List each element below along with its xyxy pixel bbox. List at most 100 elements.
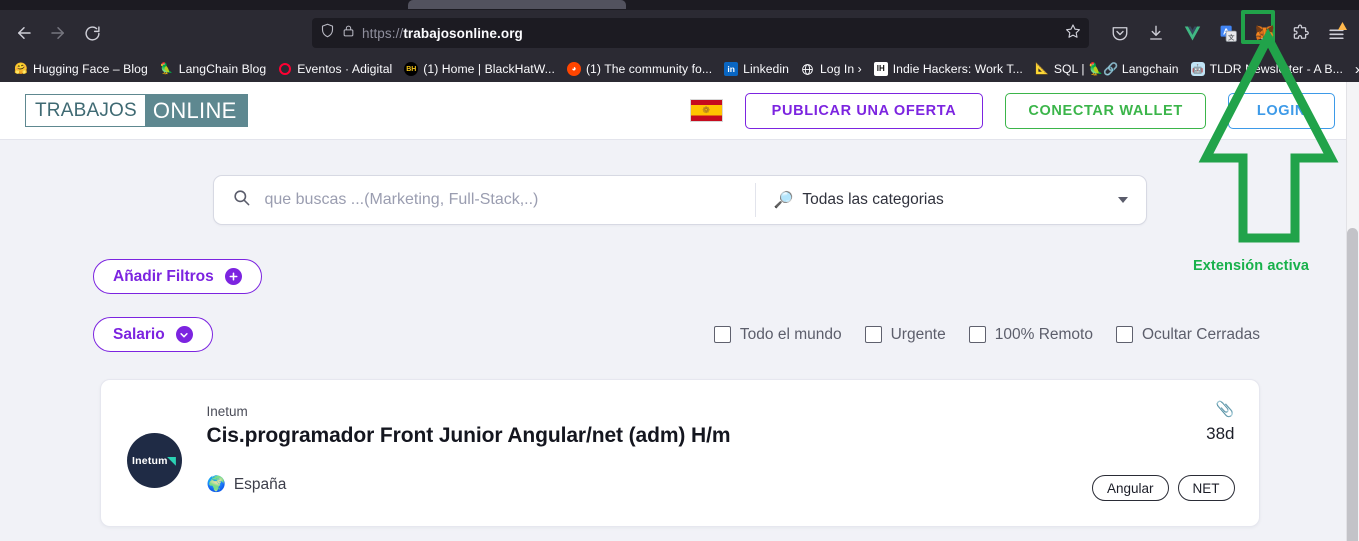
browser-tab[interactable] (408, 0, 626, 9)
checkbox-box[interactable] (968, 326, 986, 343)
logo-text-trabajos: TRABAJOS (26, 95, 145, 126)
globe-emoji-icon: 🌍 (206, 476, 226, 493)
checkbox-ocultar-cerradas[interactable]: Ocultar Cerradas (1115, 325, 1260, 344)
browser-chrome: https://trabajosonline.org A 文 🤗 Hugging… (0, 0, 1359, 82)
bookmark-item[interactable]: IH Indie Hackers: Work T... (868, 60, 1029, 78)
page-viewport: TRABAJOS ONLINE ❁ PUBLICAR UNA OFERTA CO… (0, 82, 1359, 541)
paperclip-icon: 📎 (1215, 401, 1235, 418)
job-age: 38d (1206, 424, 1235, 443)
job-tag[interactable]: Angular (1091, 475, 1169, 501)
publish-offer-button[interactable]: PUBLICAR UNA OFERTA (744, 92, 984, 129)
adigital-favicon (278, 62, 292, 76)
tab-strip (0, 0, 1359, 10)
checkbox-todo-el-mundo[interactable]: Todo el mundo (713, 325, 842, 344)
category-selected-label: Todas las categorias (802, 191, 944, 208)
filter-checkbox-group: Todo el mundo Urgente 100% Remoto Oculta… (713, 325, 1260, 344)
filters-row-salary: Salario Todo el mundo Urgente 100% Remot… (0, 317, 1359, 352)
checkbox-box[interactable] (713, 326, 731, 343)
filters-row-add: Añadir Filtros (0, 259, 1359, 294)
page-scrollbar-thumb[interactable] (1347, 228, 1358, 541)
bookmark-star-icon[interactable] (1065, 23, 1081, 44)
job-tags: Angular NET (1091, 475, 1235, 501)
bookmark-item[interactable]: 🤗 Hugging Face – Blog (8, 60, 154, 78)
forward-button[interactable] (42, 17, 74, 49)
bookmark-item[interactable]: in Linkedin (718, 60, 795, 78)
checkbox-label: Urgente (890, 325, 946, 343)
search-icon (232, 188, 251, 212)
blackhat-favicon: BH (404, 62, 419, 76)
padlock-icon[interactable] (342, 24, 355, 43)
magnifier-emoji-icon: 🔎 (773, 192, 794, 209)
langchain-favicon: 🦜 (159, 62, 174, 75)
app-menu-icon[interactable] (1321, 18, 1351, 48)
job-company: Inetum (206, 404, 248, 419)
checkbox-box[interactable] (1115, 326, 1133, 343)
site-header: TRABAJOS ONLINE ❁ PUBLICAR UNA OFERTA CO… (0, 82, 1359, 140)
globe-favicon (801, 62, 815, 76)
job-title[interactable]: Cis.programador Front Junior Angular/net… (207, 424, 1235, 448)
checkbox-label: Ocultar Cerradas (1141, 325, 1260, 343)
avatar-label: Inetum (132, 454, 168, 467)
add-filters-label: Añadir Filtros (113, 267, 214, 285)
linkedin-favicon: in (724, 62, 739, 76)
bookmark-item[interactable]: BH (1) Home | BlackHatW... (398, 60, 561, 78)
vue-devtools-icon[interactable] (1177, 18, 1207, 48)
browser-window: https://trabajosonline.org A 文 🤗 Hugging… (0, 0, 1359, 541)
job-tag[interactable]: NET (1177, 475, 1235, 501)
address-bar[interactable]: https://trabajosonline.org (312, 18, 1089, 48)
tldr-favicon: 🤖 (1190, 62, 1205, 76)
svg-text:文: 文 (1228, 32, 1235, 41)
job-card-body: Inetum Cis.programador Front Junior Angu… (207, 403, 1235, 494)
spain-flag-icon[interactable]: ❁ (689, 99, 723, 122)
indiehackers-favicon: IH (873, 62, 888, 76)
checkbox-label: Todo el mundo (739, 325, 842, 343)
reddit-favicon: ◕ (566, 62, 581, 76)
category-dropdown[interactable]: 🔎 Todas las categorias (756, 176, 1146, 224)
bookmark-item[interactable]: ◕ (1) The community fo... (561, 60, 718, 78)
navigation-toolbar: https://trabajosonline.org A 文 (0, 10, 1359, 56)
site-logo[interactable]: TRABAJOS ONLINE (25, 94, 248, 127)
search-bar: que buscas ...(Marketing, Full-Stack,..)… (212, 175, 1147, 225)
header-actions: ❁ PUBLICAR UNA OFERTA CONECTAR WALLET LO… (689, 92, 1335, 129)
translate-icon[interactable]: A 文 (1213, 18, 1243, 48)
salary-filter-button[interactable]: Salario (93, 317, 213, 352)
login-button[interactable]: LOGIN (1227, 92, 1335, 129)
metamask-extension-icon[interactable] (1241, 10, 1279, 48)
checkbox-urgente[interactable]: Urgente (864, 325, 946, 344)
page-scrollbar-track[interactable] (1346, 82, 1359, 541)
metamask-fox-glyph (1255, 24, 1274, 42)
add-filters-button[interactable]: Añadir Filtros (93, 259, 262, 294)
job-location: 🌍 España (207, 475, 1235, 494)
plus-circle-icon (224, 268, 242, 285)
chevron-down-icon (1117, 197, 1128, 203)
search-section: que buscas ...(Marketing, Full-Stack,..)… (212, 175, 1147, 225)
bookmark-item[interactable]: 📐 SQL | 🦜🔗 Langchain (1029, 60, 1185, 78)
back-button[interactable] (8, 17, 40, 49)
bookmark-item[interactable]: 🤖 TLDR Newsletter - A B... (1185, 60, 1349, 78)
checkbox-remoto[interactable]: 100% Remoto (968, 325, 1093, 344)
bookmark-item[interactable]: Eventos · Adigital (272, 60, 398, 78)
tracking-shield-icon[interactable] (320, 23, 335, 43)
downloads-icon[interactable] (1141, 18, 1171, 48)
search-input-group[interactable]: que buscas ...(Marketing, Full-Stack,..) (214, 176, 755, 224)
chevron-down-circle-icon (175, 326, 193, 343)
job-card[interactable]: Inetum ◥ Inetum Cis.programador Front Jun… (99, 379, 1260, 527)
extensions-puzzle-icon[interactable] (1285, 18, 1315, 48)
checkbox-box[interactable] (864, 326, 882, 343)
bookmark-item[interactable]: Log In › (795, 60, 868, 78)
job-card-meta: 📎 38d (1206, 402, 1234, 444)
reload-button[interactable] (76, 17, 108, 49)
checkbox-label: 100% Remoto (994, 325, 1093, 343)
huggingface-favicon: 🤗 (14, 62, 28, 75)
connect-wallet-button[interactable]: CONECTAR WALLET (1005, 92, 1206, 129)
bookmarks-overflow-chevron[interactable]: » (1349, 61, 1359, 78)
search-input[interactable]: que buscas ...(Marketing, Full-Stack,..) (265, 191, 539, 209)
bookmarks-bar: 🤗 Hugging Face – Blog 🦜 LangChain Blog E… (0, 56, 1359, 82)
company-avatar: Inetum ◥ (126, 433, 182, 488)
logo-text-online: ONLINE (144, 95, 247, 126)
url-text: https://trabajosonline.org (362, 25, 523, 41)
pocket-icon[interactable] (1105, 18, 1135, 48)
job-location-label: España (233, 475, 287, 493)
bookmark-item[interactable]: 🦜 LangChain Blog (154, 60, 272, 78)
salary-label: Salario (113, 325, 165, 343)
